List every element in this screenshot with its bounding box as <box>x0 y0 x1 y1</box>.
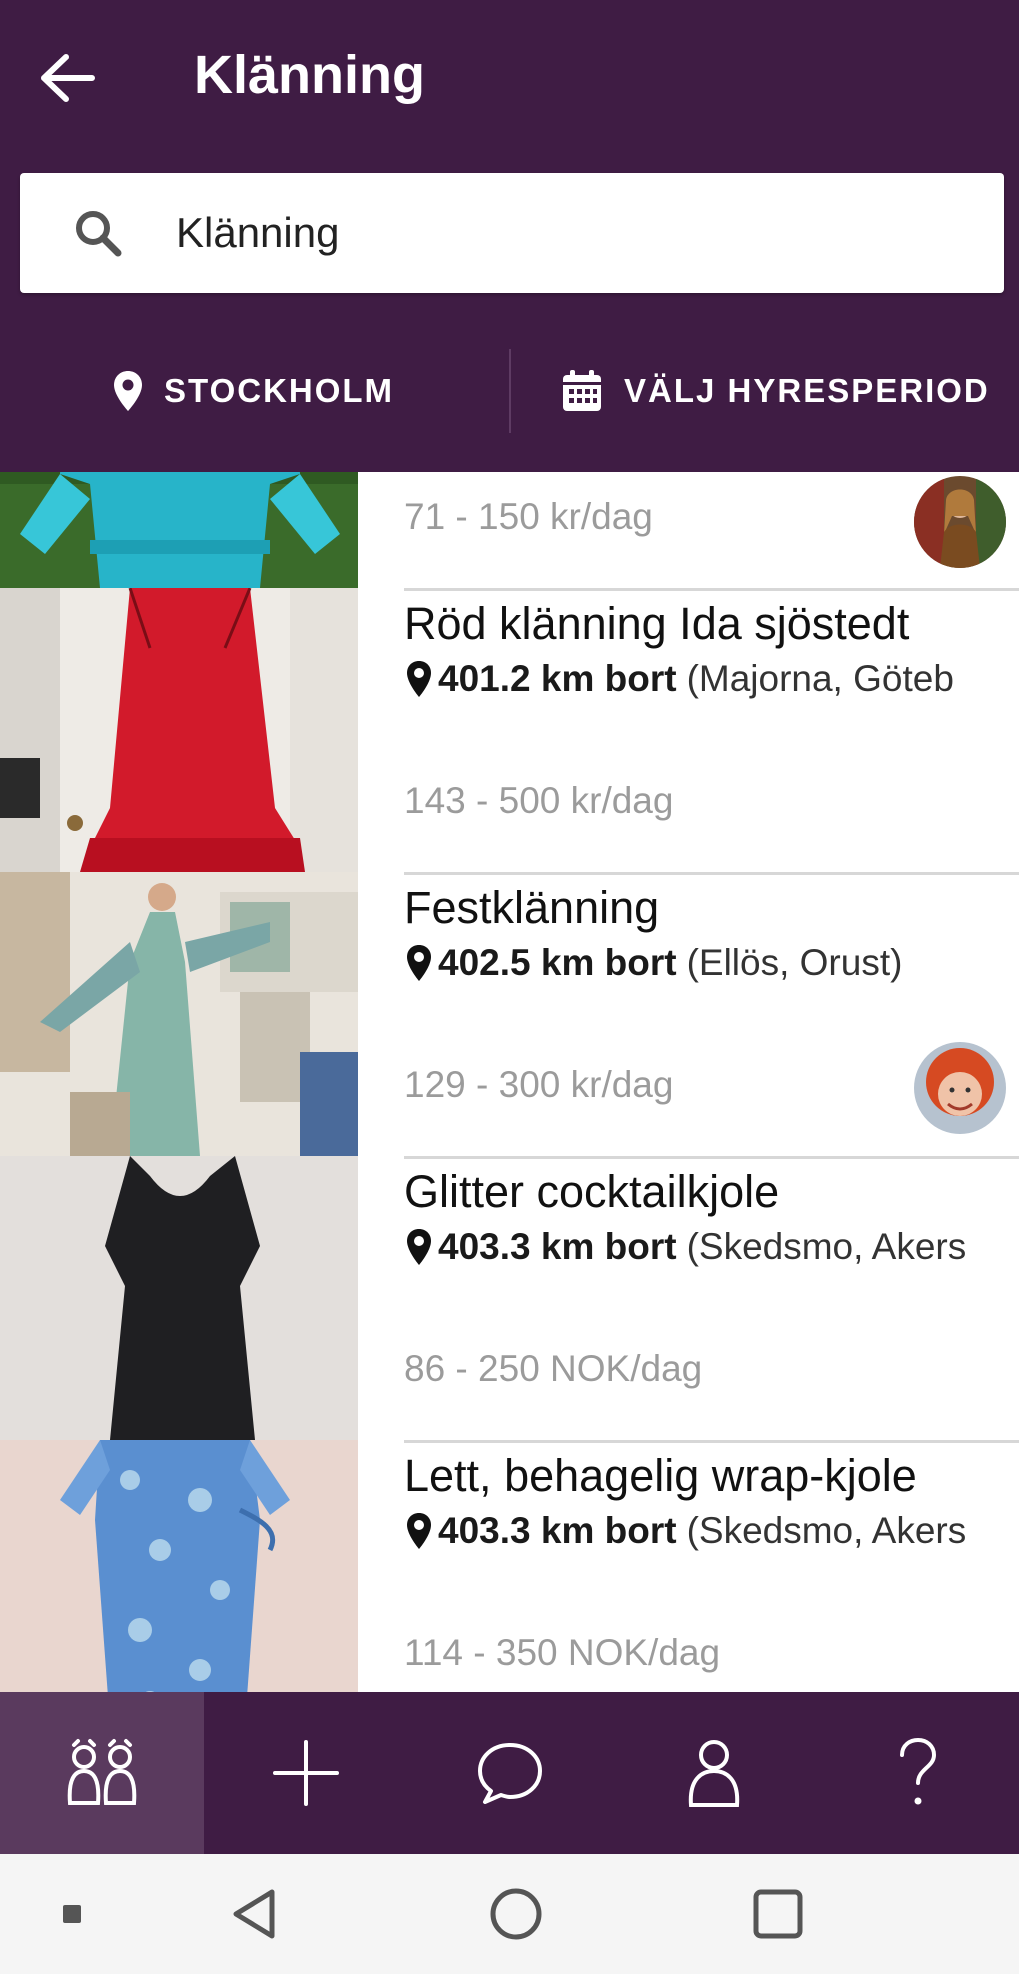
person-icon <box>688 1740 740 1807</box>
listing-title: Glitter cocktailkjole <box>404 1166 780 1217</box>
community-icon <box>67 1739 137 1805</box>
listing-price: 114 - 350 NOK/dag <box>404 1632 721 1673</box>
bottom-navigation <box>0 1692 1019 1854</box>
page-title: Klänning <box>194 45 425 105</box>
square-dot-icon <box>63 1905 81 1923</box>
listing-price: 86 - 250 NOK/dag <box>404 1348 703 1389</box>
listing-place: (Skedsmo, Akers <box>686 1510 967 1551</box>
filter-divider <box>509 349 511 433</box>
location-pin-icon <box>114 371 142 411</box>
listing-item[interactable]: Lett, behagelig wrap-kjole 403.3 km bort… <box>0 1440 1019 1692</box>
calendar-icon <box>563 370 601 411</box>
listing-price: 71 - 150 kr/dag <box>404 496 653 537</box>
filter-bar: STOCKHOLM VÄLJ HYRESPERIOD <box>0 345 1019 437</box>
rental-period-button[interactable]: VÄLJ HYRESPERIOD <box>560 345 990 437</box>
listing-distance: 402.5 km bort <box>438 942 677 983</box>
location-pin-icon <box>407 1229 431 1265</box>
listing-photo <box>0 872 358 1156</box>
listing-item[interactable]: Festklänning 402.5 km bort (Ellös, Orust… <box>0 872 1019 1156</box>
listing-place: (Skedsmo, Akers <box>686 1226 967 1267</box>
listing-list: 71 - 150 kr/dag Röd klänning Ida sjösted… <box>0 472 1019 1692</box>
location-pin-icon <box>407 1513 431 1549</box>
search-input[interactable] <box>176 193 956 273</box>
nav-add[interactable] <box>204 1692 408 1854</box>
location-pin-icon <box>407 661 431 697</box>
nav-messages[interactable] <box>408 1692 612 1854</box>
location-filter-label: STOCKHOLM <box>164 372 395 409</box>
listing-price: 143 - 500 kr/dag <box>404 780 674 821</box>
listing-title: Festklänning <box>404 882 660 933</box>
listing-place: (Majorna, Göteb <box>686 658 954 699</box>
plus-icon <box>273 1740 339 1806</box>
listing-location: 402.5 km bort (Ellös, Orust) <box>404 938 979 988</box>
search-icon <box>76 211 122 257</box>
listing-title: Röd klänning Ida sjöstedt <box>404 598 910 649</box>
listing-place: (Ellös, Orust) <box>686 942 903 983</box>
chat-bubble-icon <box>478 1743 542 1804</box>
system-recents-button[interactable] <box>738 1854 818 1974</box>
listing-divider <box>404 1440 1019 1443</box>
listing-location: 403.3 km bort (Skedsmo, Akers <box>404 1222 979 1272</box>
listing-distance: 403.3 km bort <box>438 1226 677 1267</box>
system-back-button[interactable] <box>214 1854 294 1974</box>
listing-item[interactable]: Röd klänning Ida sjöstedt 401.2 km bort … <box>0 588 1019 872</box>
listing-distance: 403.3 km bort <box>438 1510 677 1551</box>
app-header: Klänning STOCKHOLM <box>0 0 1019 472</box>
listing-photo <box>0 472 358 588</box>
listing-photo <box>0 1156 358 1440</box>
listing-item[interactable]: 71 - 150 kr/dag <box>0 472 1019 588</box>
listing-photo <box>0 588 358 872</box>
listing-price: 129 - 300 kr/dag <box>404 1064 674 1105</box>
system-notification-dot[interactable] <box>50 1854 94 1974</box>
location-filter-button[interactable]: STOCKHOLM <box>112 345 394 437</box>
back-triangle-icon <box>233 1889 275 1939</box>
nav-help[interactable] <box>816 1692 1019 1854</box>
owner-avatar[interactable] <box>914 476 1006 568</box>
rental-period-label: VÄLJ HYRESPERIOD <box>624 372 990 409</box>
system-navigation-bar <box>0 1854 1019 1974</box>
listing-title: Lett, behagelig wrap-kjole <box>404 1450 917 1501</box>
listing-item[interactable]: Glitter cocktailkjole 403.3 km bort (Ske… <box>0 1156 1019 1440</box>
listing-location: 401.2 km bort (Majorna, Göteb <box>404 654 979 704</box>
nav-community[interactable] <box>0 1692 204 1854</box>
owner-avatar[interactable] <box>914 1042 1006 1134</box>
help-icon <box>900 1737 937 1805</box>
listing-location: 403.3 km bort (Skedsmo, Akers <box>404 1506 979 1556</box>
recents-square-icon <box>753 1889 803 1939</box>
back-button[interactable] <box>28 38 108 118</box>
home-circle-icon <box>490 1888 542 1940</box>
arrow-left-icon <box>41 54 95 102</box>
search-bar[interactable] <box>20 173 1004 293</box>
nav-profile[interactable] <box>612 1692 816 1854</box>
listing-divider <box>404 588 1019 591</box>
listing-divider <box>404 872 1019 875</box>
system-home-button[interactable] <box>476 1854 556 1974</box>
listing-distance: 401.2 km bort <box>438 658 677 699</box>
location-pin-icon <box>407 945 431 981</box>
listing-divider <box>404 1156 1019 1159</box>
listing-photo <box>0 1440 358 1692</box>
